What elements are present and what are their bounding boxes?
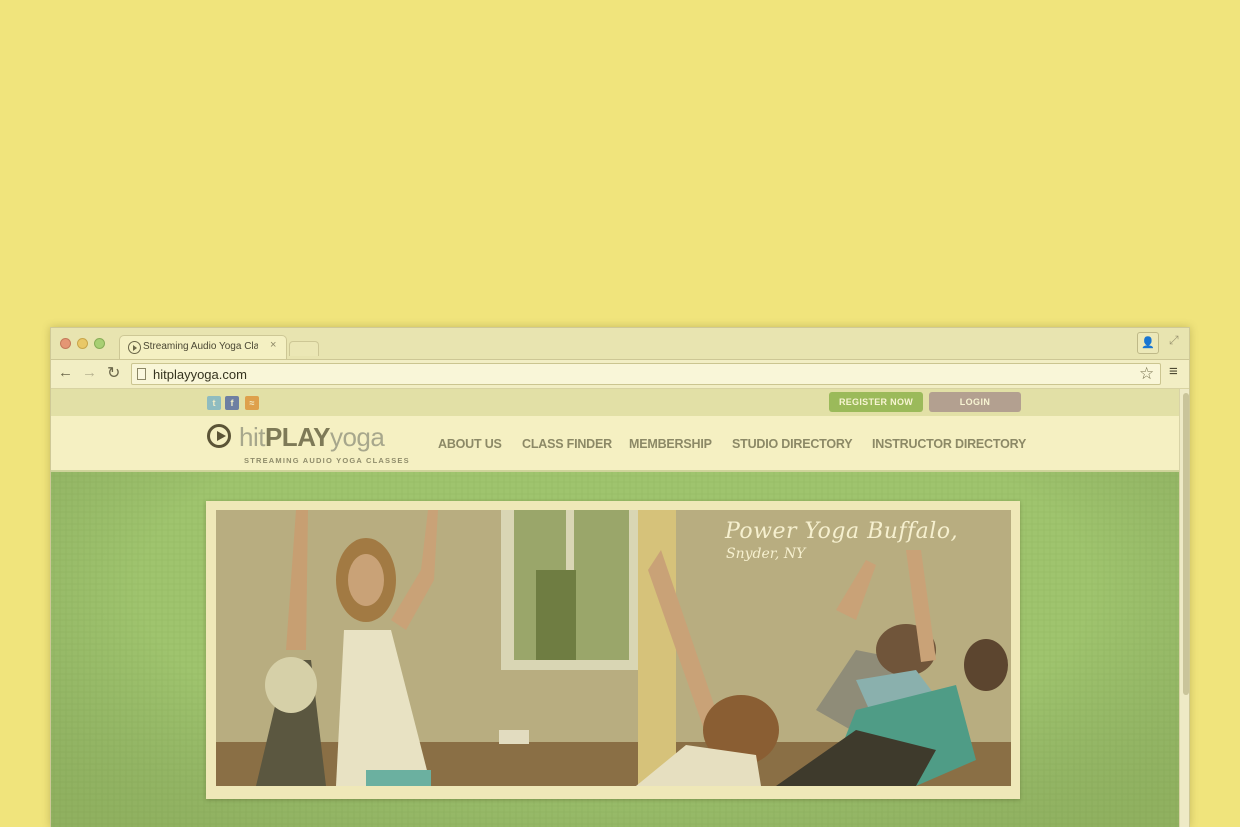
new-tab-button[interactable] xyxy=(289,341,319,356)
register-now-button[interactable]: REGISTER NOW xyxy=(829,392,923,412)
browser-toolbar: ← → ↻ hitplayyoga.com ☆ ≡ xyxy=(51,359,1189,389)
tab-strip: Streaming Audio Yoga Cla × 👤 ⤢ xyxy=(51,328,1189,359)
back-icon[interactable]: ← xyxy=(58,364,73,381)
nav-about-us[interactable]: ABOUT US xyxy=(438,437,502,451)
fullscreen-icon[interactable]: ⤢ xyxy=(1169,333,1179,348)
logo-play: PLAY xyxy=(264,422,330,452)
login-button[interactable]: LOGIN xyxy=(929,392,1021,412)
address-bar[interactable]: hitplayyoga.com ☆ xyxy=(131,363,1161,385)
forward-icon[interactable]: → xyxy=(82,364,97,381)
site-header: hitPLAYyoga STREAMING AUDIO YOGA CLASSES… xyxy=(51,416,1179,472)
facebook-icon[interactable]: f xyxy=(225,396,239,410)
tab-close-icon[interactable]: × xyxy=(270,339,276,351)
profile-icon[interactable]: 👤 xyxy=(1137,332,1159,354)
browser-window: Streaming Audio Yoga Cla × 👤 ⤢ ← → ↻ hit… xyxy=(50,327,1190,827)
url-text[interactable]: hitplayyoga.com xyxy=(153,367,247,382)
menu-icon[interactable]: ≡ xyxy=(1169,363,1178,380)
hero-title: Power Yoga Buffalo, xyxy=(725,519,959,544)
bookmark-star-icon[interactable]: ☆ xyxy=(1139,364,1154,384)
browser-tab[interactable]: Streaming Audio Yoga Cla × xyxy=(119,335,287,359)
play-logo-icon[interactable] xyxy=(207,424,231,448)
window-minimize-button[interactable] xyxy=(77,338,88,349)
rss-icon[interactable]: ≈ xyxy=(245,396,259,410)
nav-class-finder[interactable]: CLASS FINDER xyxy=(522,437,612,451)
window-maximize-button[interactable] xyxy=(94,338,105,349)
page-viewport: t f ≈ REGISTER NOW LOGIN hitPLAYyoga STR… xyxy=(51,389,1179,827)
twitter-icon[interactable]: t xyxy=(207,396,221,410)
window-close-button[interactable] xyxy=(60,338,71,349)
yoga-class-photo xyxy=(216,510,1011,786)
tab-title: Streaming Audio Yoga Cla xyxy=(143,341,258,352)
nav-instructor-directory[interactable]: INSTRUCTOR DIRECTORY xyxy=(872,437,1026,451)
hero-photo[interactable]: Power Yoga Buffalo, Snyder, NY xyxy=(216,510,1011,786)
site-logo[interactable]: hitPLAYyoga xyxy=(239,422,385,453)
scrollbar-thumb[interactable] xyxy=(1183,393,1189,695)
logo-hit: hit xyxy=(239,422,265,452)
scrollbar[interactable] xyxy=(1179,389,1189,827)
nav-studio-directory[interactable]: STUDIO DIRECTORY xyxy=(732,437,853,451)
logo-tagline: STREAMING AUDIO YOGA CLASSES xyxy=(244,456,410,465)
logo-yoga: yoga xyxy=(329,422,385,452)
hero-frame: Power Yoga Buffalo, Snyder, NY xyxy=(206,501,1020,799)
utility-bar: t f ≈ REGISTER NOW LOGIN xyxy=(51,389,1179,416)
page-icon xyxy=(137,368,146,380)
reload-icon[interactable]: ↻ xyxy=(107,363,120,383)
nav-membership[interactable]: MEMBERSHIP xyxy=(629,437,712,451)
play-favicon-icon xyxy=(128,341,141,354)
hero-subtitle: Snyder, NY xyxy=(726,546,806,562)
